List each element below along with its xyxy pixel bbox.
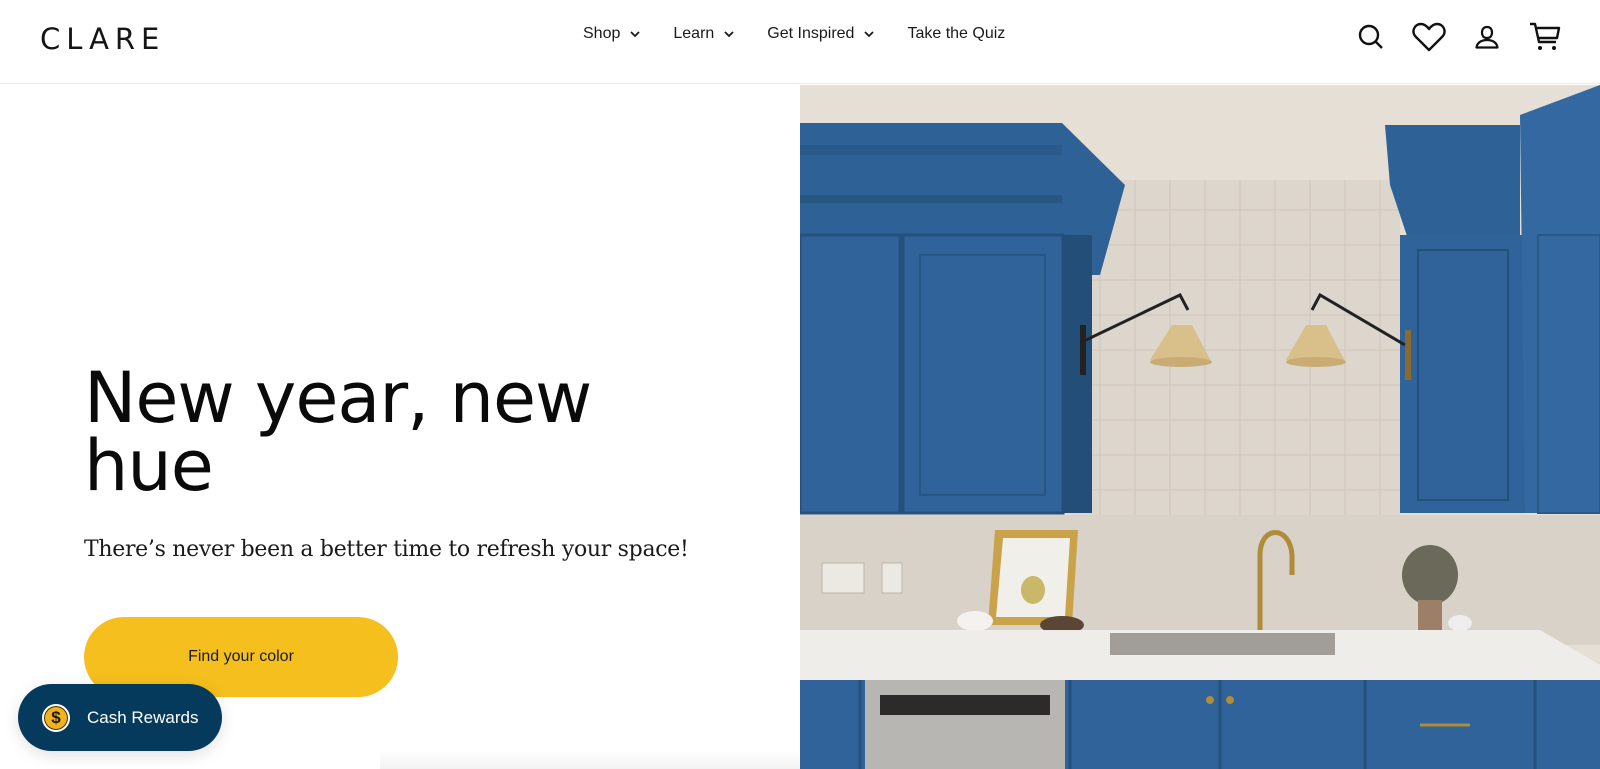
nav-learn-label: Learn xyxy=(673,25,715,42)
framed-print xyxy=(988,530,1078,625)
hero-headline: New year, new hue xyxy=(84,357,592,507)
chevron-down-icon xyxy=(864,31,875,38)
right-crown-molding xyxy=(1385,125,1520,245)
sink xyxy=(1110,633,1335,655)
nav-take-the-quiz-label: Take the Quiz xyxy=(907,25,1006,42)
dishwasher xyxy=(865,680,1065,769)
lower-backsplash xyxy=(800,515,1600,645)
nav-get-inspired-label: Get Inspired xyxy=(767,25,855,42)
chevron-down-icon xyxy=(724,31,734,38)
nav-shop[interactable]: Shop xyxy=(583,25,641,43)
kitchen-photo xyxy=(800,85,1600,769)
hero-image xyxy=(800,85,1600,769)
site-header: CLARE Shop Learn Get Inspired Take the Q… xyxy=(0,0,1600,84)
nav-take-the-quiz[interactable]: Take the Quiz xyxy=(907,25,1005,43)
clare-logo[interactable]: CLARE xyxy=(40,22,165,56)
cash-rewards-label: Cash Rewards xyxy=(87,707,199,727)
header-icons xyxy=(1354,20,1562,54)
hero-text-panel: New year, new hue There’s never been a b… xyxy=(0,84,800,769)
hero-subhead: There’s never been a better time to refr… xyxy=(84,537,689,562)
nav-get-inspired[interactable]: Get Inspired xyxy=(767,25,875,43)
main-nav: Shop Learn Get Inspired Take the Quiz xyxy=(583,25,1037,43)
wishlist-button[interactable] xyxy=(1412,20,1446,54)
nav-shop-label: Shop xyxy=(583,25,621,42)
heart-icon xyxy=(1412,22,1446,52)
search-icon xyxy=(1358,24,1383,49)
cash-rewards-button[interactable]: $ Cash Rewards xyxy=(18,684,222,751)
cart-button[interactable] xyxy=(1528,20,1562,54)
left-upper-cabinet xyxy=(800,235,1080,513)
chevron-down-icon xyxy=(630,31,641,38)
account-button[interactable] xyxy=(1470,20,1504,54)
search-button[interactable] xyxy=(1354,20,1388,54)
account-icon xyxy=(1475,25,1499,49)
cart-icon xyxy=(1530,22,1561,50)
dollar-coin-icon: $ xyxy=(42,703,70,732)
section-shadow xyxy=(380,750,800,769)
nav-learn[interactable]: Learn xyxy=(673,25,735,43)
